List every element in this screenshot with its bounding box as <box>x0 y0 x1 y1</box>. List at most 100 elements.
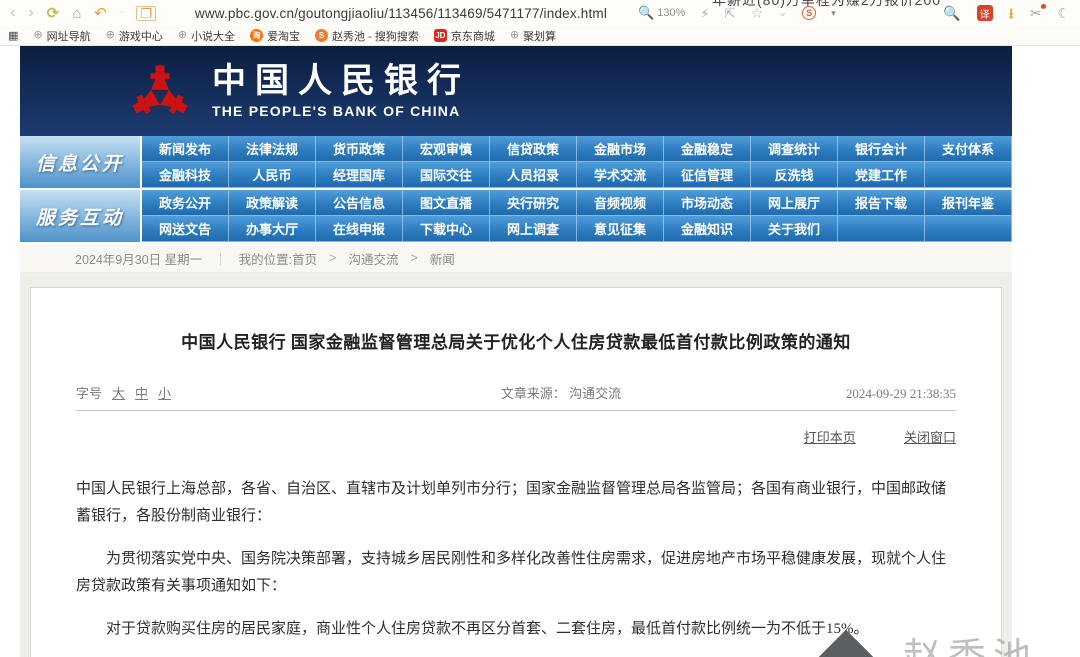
nav-menu-item[interactable]: 党建工作 <box>838 162 925 188</box>
bookmark-item[interactable]: 淘 爱淘宝 <box>250 28 300 44</box>
bookmark-label: 聚划算 <box>523 30 557 43</box>
nav-menu-item[interactable]: 图文直播 <box>403 190 490 216</box>
nav-menu-item[interactable]: 网送文告 <box>142 216 229 242</box>
article-source: 文章来源： 沟通交流 <box>376 383 746 402</box>
bookmark-favicon: S <box>315 29 329 42</box>
nav-menu-item[interactable]: 办事大厅 <box>229 216 316 242</box>
home-button[interactable]: ⌂ <box>72 6 81 21</box>
font-size-small-button[interactable]: 小 <box>158 383 171 402</box>
nav-label-xinxigongkai[interactable]: 信息公开 <box>20 136 140 188</box>
nav-menu-item[interactable]: 在线申报 <box>316 216 403 242</box>
nav-menu-item[interactable] <box>838 216 925 242</box>
sogou-logo-icon[interactable]: S <box>802 6 817 20</box>
nav-menu-item[interactable]: 网上展厅 <box>751 190 838 216</box>
bookmark-favicon: ⊕ <box>509 29 520 41</box>
bookmark-item[interactable]: ⊕ 聚划算 <box>510 28 556 44</box>
nav-menu-item[interactable]: 金融知识 <box>664 216 751 242</box>
download-icon[interactable]: ⭳ <box>1009 6 1014 20</box>
nav-menu-item[interactable]: 下载中心 <box>403 216 490 242</box>
nav-menu-item[interactable]: 宏观审慎 <box>403 136 490 162</box>
nav-menu-item[interactable]: 经理国库 <box>316 162 403 188</box>
breadcrumb-goutongjiaoliu-link[interactable]: 沟通交流 <box>348 249 398 268</box>
nav-menu-item[interactable]: 新闻发布 <box>142 136 229 162</box>
bookmark-favicon: 淘 <box>250 29 264 42</box>
nav-menu-item[interactable]: 关于我们 <box>751 216 838 242</box>
main-navigation: 信息公开 新闻发布 法律法规 货币政策 宏观审慎 信贷政策 金融市场 金融稳定 调查统计 银行会… <box>20 136 1012 242</box>
article-panel: 中国人民银行 国家金融监督管理总局关于优化个人住房贷款最低首付款比例政策的通知 … <box>30 287 1002 657</box>
screenshot-scissors-icon[interactable]: ✂ <box>1030 4 1047 20</box>
nav-menu-item[interactable]: 报刊年鉴 <box>925 190 1012 216</box>
url-bar[interactable]: www.pbc.gov.cn/goutongjiaoliu/113456/113… <box>195 6 607 21</box>
reading-mode-icon[interactable]: ❐ <box>136 5 156 21</box>
nav-menu-item[interactable]: 金融稳定 <box>664 136 751 162</box>
breadcrumb-arrow: > <box>329 251 337 265</box>
refresh-button[interactable]: ⟳ <box>47 6 60 21</box>
breadcrumb-news-link[interactable]: 新闻 <box>430 249 455 268</box>
breadcrumb-home-link[interactable]: 我的位置:首页 <box>239 249 317 268</box>
night-mode-icon[interactable]: ☾ <box>1057 6 1070 20</box>
bookmark-item[interactable]: ⊕ 网址导航 <box>33 28 90 44</box>
bookmark-label: 小说大全 <box>191 30 236 43</box>
chevron-down-icon[interactable]: ⌄ <box>778 7 787 19</box>
favorite-star-icon[interactable]: ☆ <box>750 6 763 20</box>
bookmark-item[interactable]: ⊕ 游戏中心 <box>106 28 163 44</box>
nav-menu-item[interactable]: 人民币 <box>229 162 316 188</box>
bookmarks-folder-icon[interactable]: ▦ <box>8 29 18 42</box>
nav-menu-item[interactable] <box>925 162 1012 188</box>
nav-section-fuwuhudong: 服务互动 政务公开 政策解读 公告信息 图文直播 央行研究 音频视频 市场动态 网上展厅 报告下… <box>20 190 1012 242</box>
breadcrumb-arrow: > <box>410 251 418 265</box>
undo-dropdown-icon[interactable]: · <box>120 8 123 18</box>
font-size-large-button[interactable]: 大 <box>112 383 125 402</box>
zoom-magnifier-icon: 🔍 <box>638 5 655 20</box>
nav-menu-item[interactable]: 银行会计 <box>838 136 925 162</box>
article-body: 中国人民银行上海总部，各省、自治区、直辖市及计划单列市分行；国家金融监督管理总局… <box>76 476 956 657</box>
nav-menu-item[interactable]: 人员招录 <box>490 162 577 188</box>
nav-menu-item[interactable]: 公告信息 <box>316 190 403 216</box>
nav-menu-item[interactable]: 央行研究 <box>490 190 577 216</box>
zoom-control[interactable]: 🔍 130% <box>638 5 685 21</box>
zoom-level: 130% <box>657 7 686 19</box>
nav-menu-item[interactable]: 金融市场 <box>577 136 664 162</box>
browser-toolbar: ‹ › ⟳ ⌂ ↶ · ❐ www.pbc.gov.cn/goutongjiao… <box>0 0 1080 26</box>
nav-section-xinxigongkai: 信息公开 新闻发布 法律法规 货币政策 宏观审慎 信贷政策 金融市场 金融稳定 调查统计 银行会… <box>20 136 1012 188</box>
site-header: 中国人民银行 THE PEOPLE'S BANK OF CHINA <box>20 46 1012 136</box>
speed-mode-icon[interactable]: ⚡ <box>700 7 709 20</box>
share-icon[interactable]: ⇱ <box>725 7 736 20</box>
sogou-dropdown-icon[interactable]: ▾ <box>831 8 836 19</box>
nav-menu-item[interactable]: 报告下载 <box>838 190 925 216</box>
translate-icon[interactable]: 译 <box>976 5 993 21</box>
forward-button[interactable]: › <box>28 5 33 21</box>
nav-menu-item[interactable]: 意见征集 <box>577 216 664 242</box>
bookmark-item[interactable]: S 赵秀池 - 搜狗搜索 <box>315 28 419 44</box>
back-button[interactable]: ‹ <box>10 5 15 21</box>
nav-menu-item[interactable]: 货币政策 <box>316 136 403 162</box>
undo-close-button[interactable]: ↶ <box>94 6 107 21</box>
nav-menu-item[interactable]: 法律法规 <box>229 136 316 162</box>
nav-menu-item[interactable]: 支付体系 <box>925 136 1012 162</box>
nav-menu-item[interactable]: 政务公开 <box>142 190 229 216</box>
url-bar-controls: 🔍 130% ⚡ ⇱ ☆ ⌄ S ▾ <box>638 5 836 21</box>
site-name-cn: 中国人民银行 <box>212 63 470 101</box>
nav-menu-item[interactable]: 网上调查 <box>490 216 577 242</box>
font-size-medium-button[interactable]: 中 <box>135 383 148 402</box>
nav-menu-item[interactable]: 金融科技 <box>142 162 229 188</box>
nav-menu-item[interactable]: 政策解读 <box>229 190 316 216</box>
bookmark-item[interactable]: JD 京东商城 <box>433 28 495 44</box>
print-page-button[interactable]: 打印本页 <box>804 430 856 445</box>
nav-menu-item[interactable]: 信贷政策 <box>490 136 577 162</box>
nav-menu-item[interactable]: 征信管理 <box>664 162 751 188</box>
nav-label-fuwuhudong[interactable]: 服务互动 <box>20 190 140 242</box>
nav-menu-item[interactable]: 反洗钱 <box>751 162 838 188</box>
nav-menu-item[interactable]: 音频视频 <box>577 190 664 216</box>
nav-menu-item[interactable] <box>925 216 1012 242</box>
bookmark-favicon: JD <box>433 29 447 42</box>
toolbar-right-icons: 🔍 译 ⭳ ✂ ☾ <box>943 4 1070 21</box>
nav-menu-item[interactable]: 调查统计 <box>751 136 838 162</box>
bookmark-item[interactable]: ⊕ 小说大全 <box>178 28 235 44</box>
search-icon[interactable]: 🔍 <box>943 6 960 20</box>
nav-menu-item[interactable]: 市场动态 <box>664 190 751 216</box>
bookmark-favicon: ⊕ <box>105 29 115 41</box>
close-window-button[interactable]: 关闭窗口 <box>904 430 956 445</box>
nav-menu-item[interactable]: 学术交流 <box>577 162 664 188</box>
nav-menu-item[interactable]: 国际交往 <box>403 162 490 188</box>
